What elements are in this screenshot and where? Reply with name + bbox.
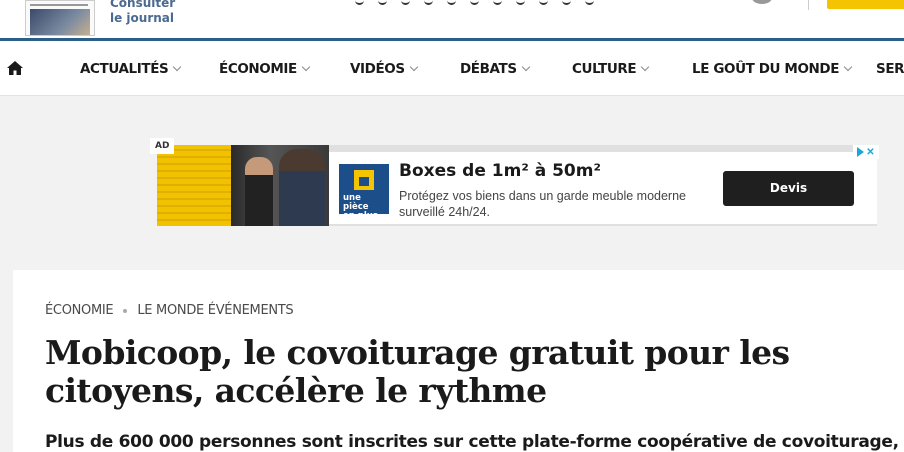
nav-item-gout-du-monde[interactable]: LE GOÛT DU MONDE bbox=[692, 61, 853, 77]
main-nav: ACTUALITÉS ÉCONOMIE VIDÉOS DÉBATS CULTUR… bbox=[0, 41, 904, 96]
rubric-economie[interactable]: ÉCONOMIE bbox=[45, 303, 114, 318]
rubric-monde-evenements[interactable]: LE MONDE ÉVÉNEMENTS bbox=[137, 303, 293, 318]
social-icon[interactable] bbox=[355, 0, 364, 5]
close-icon[interactable]: ✕ bbox=[866, 147, 874, 158]
chevron-down-icon bbox=[640, 62, 650, 72]
social-icon[interactable] bbox=[401, 0, 410, 5]
social-icon[interactable] bbox=[493, 0, 502, 5]
social-icon[interactable] bbox=[585, 0, 594, 5]
article-lede: Plus de 600 000 personnes sont inscrites… bbox=[45, 432, 899, 452]
chevron-down-icon bbox=[173, 62, 182, 72]
nav-item-label: LE GOÛT DU MONDE bbox=[692, 61, 840, 77]
ad-label: AD bbox=[150, 138, 174, 154]
consult-journal-link[interactable]: Consulter le journal bbox=[110, 0, 175, 26]
ad-description: Protégez vos biens dans un garde meuble … bbox=[399, 189, 686, 219]
nav-item-label: ÉCONOMIE bbox=[219, 61, 297, 77]
rubric-separator bbox=[123, 308, 128, 313]
header-divider bbox=[808, 0, 809, 10]
ad-choices-triangle-icon bbox=[857, 147, 865, 157]
account-icon[interactable] bbox=[752, 0, 772, 4]
nav-item-label: CULTURE bbox=[572, 61, 637, 77]
chevron-down-icon bbox=[409, 62, 418, 72]
chevron-down-icon bbox=[301, 62, 311, 72]
social-icon[interactable] bbox=[447, 0, 456, 5]
ad-brand-logo: une pièce en plus bbox=[339, 164, 389, 221]
ad-title: Boxes de 1m² à 50m² bbox=[399, 161, 601, 181]
ad-banner[interactable]: une pièce en plus Boxes de 1m² à 50m² Pr… bbox=[157, 145, 877, 226]
nav-item-services[interactable]: SERV bbox=[876, 61, 904, 77]
article-headline: Mobicoop, le covoiturage gratuit pour le… bbox=[45, 333, 790, 410]
social-icons bbox=[355, 0, 594, 6]
social-icon[interactable] bbox=[424, 0, 433, 5]
nav-item-economie[interactable]: ÉCONOMIE bbox=[219, 61, 311, 77]
journal-link-line2: le journal bbox=[110, 11, 175, 25]
social-icon[interactable] bbox=[516, 0, 525, 5]
home-icon[interactable] bbox=[6, 60, 24, 76]
nav-item-label: VIDÉOS bbox=[350, 61, 405, 77]
nav-item-videos[interactable]: VIDÉOS bbox=[350, 61, 418, 77]
ad-content: une pièce en plus Boxes de 1m² à 50m² Pr… bbox=[329, 152, 877, 224]
chevron-down-icon bbox=[521, 62, 530, 72]
ad-logo-line1: une pièce bbox=[343, 193, 369, 212]
journal-thumbnail[interactable] bbox=[25, 0, 95, 36]
article: ÉCONOMIE LE MONDE ÉVÉNEMENTS Mobicoop, l… bbox=[13, 270, 904, 452]
ad-logo-line2: en plus bbox=[343, 211, 378, 221]
social-icon[interactable] bbox=[539, 0, 548, 5]
nav-item-debats[interactable]: DÉBATS bbox=[460, 61, 530, 77]
top-header: Consulter le journal bbox=[0, 0, 904, 38]
nav-item-label: SERV bbox=[876, 61, 904, 77]
subscribe-button[interactable] bbox=[827, 0, 904, 9]
social-icon[interactable] bbox=[470, 0, 479, 5]
breadcrumb: ÉCONOMIE LE MONDE ÉVÉNEMENTS bbox=[45, 303, 294, 318]
ad-choices-icon[interactable]: ✕ bbox=[853, 145, 879, 159]
ad-quote-button[interactable]: Devis bbox=[723, 171, 854, 206]
social-icon[interactable] bbox=[562, 0, 571, 5]
nav-item-actualites[interactable]: ACTUALITÉS bbox=[80, 61, 182, 77]
nav-item-label: ACTUALITÉS bbox=[80, 61, 169, 77]
chevron-down-icon bbox=[843, 62, 853, 72]
nav-item-culture[interactable]: CULTURE bbox=[572, 61, 650, 77]
journal-link-line1: Consulter bbox=[110, 0, 176, 10]
social-icon[interactable] bbox=[378, 0, 387, 5]
ad-photo bbox=[157, 145, 329, 226]
nav-item-label: DÉBATS bbox=[460, 61, 517, 77]
